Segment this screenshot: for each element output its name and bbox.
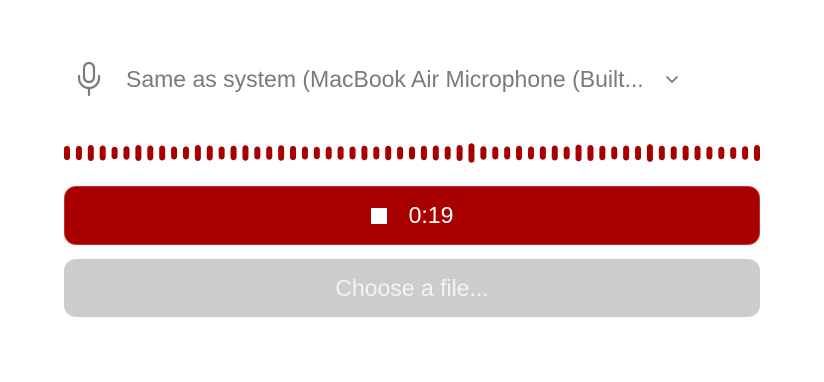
microphone-select-label: Same as system (MacBook Air Microphone (… bbox=[126, 65, 644, 92]
waveform-bar bbox=[420, 145, 427, 161]
waveform-bar bbox=[551, 145, 558, 161]
waveform-bar bbox=[123, 146, 130, 160]
waveform-bar bbox=[206, 145, 213, 161]
waveform-bar bbox=[742, 146, 749, 160]
waveform-bar bbox=[730, 147, 737, 159]
waveform-bar bbox=[159, 145, 166, 161]
choose-file-label: Choose a file... bbox=[335, 274, 489, 301]
recording-timer: 0:19 bbox=[408, 202, 454, 228]
waveform-bar bbox=[254, 146, 261, 160]
stop-icon bbox=[370, 207, 387, 224]
waveform-bar bbox=[539, 146, 546, 160]
waveform-bar bbox=[349, 146, 356, 160]
waveform-bar bbox=[230, 145, 237, 161]
waveform-bar bbox=[313, 146, 320, 160]
waveform-bar bbox=[135, 144, 142, 162]
waveform-bar bbox=[587, 144, 594, 162]
waveform-bar bbox=[444, 146, 451, 160]
waveform-bar bbox=[397, 146, 404, 160]
waveform-bar bbox=[266, 146, 273, 160]
chevron-down-icon bbox=[664, 71, 680, 87]
waveform-bar bbox=[64, 145, 70, 161]
waveform-bar bbox=[480, 146, 487, 160]
waveform-bar bbox=[694, 145, 701, 161]
waveform-bar bbox=[278, 145, 285, 161]
waveform-bar bbox=[599, 145, 606, 161]
waveform-bar bbox=[563, 146, 570, 160]
waveform-bar bbox=[516, 145, 523, 161]
waveform-bar bbox=[670, 146, 677, 160]
waveform-bar bbox=[456, 144, 463, 162]
waveform-bar bbox=[171, 146, 178, 160]
waveform-bar bbox=[361, 145, 368, 161]
microphone-select[interactable]: Same as system (MacBook Air Microphone (… bbox=[74, 58, 754, 100]
waveform-bar bbox=[718, 146, 725, 160]
waveform-bar bbox=[373, 146, 380, 160]
waveform-bar bbox=[754, 144, 760, 162]
waveform-bar bbox=[635, 145, 642, 161]
waveform-bar bbox=[385, 145, 392, 161]
waveform-bar bbox=[575, 144, 582, 162]
waveform-bar bbox=[468, 143, 475, 163]
waveform-bar bbox=[432, 145, 439, 161]
waveform-bar bbox=[242, 145, 249, 161]
waveform-bar bbox=[194, 144, 201, 162]
recorder-panel: Same as system (MacBook Air Microphone (… bbox=[64, 0, 760, 382]
waveform-bar bbox=[301, 146, 308, 160]
audio-level-waveform bbox=[64, 143, 760, 163]
waveform-bar bbox=[611, 146, 618, 160]
waveform-bar bbox=[623, 145, 630, 161]
waveform-bar bbox=[218, 146, 225, 160]
stop-recording-button[interactable]: 0:19 bbox=[64, 186, 760, 245]
choose-file-button[interactable]: Choose a file... bbox=[64, 259, 760, 317]
waveform-bar bbox=[290, 145, 297, 161]
waveform-bar bbox=[492, 146, 499, 160]
waveform-bar bbox=[182, 146, 189, 160]
waveform-bar bbox=[147, 145, 154, 161]
waveform-bar bbox=[87, 144, 94, 162]
waveform-bar bbox=[706, 146, 713, 160]
waveform-bar bbox=[646, 144, 653, 162]
waveform-bar bbox=[409, 146, 415, 160]
waveform-bar bbox=[337, 146, 344, 160]
waveform-bar bbox=[75, 145, 82, 161]
waveform-bar bbox=[99, 145, 106, 161]
waveform-bar bbox=[682, 145, 689, 161]
waveform-bar bbox=[111, 146, 118, 160]
waveform-bar bbox=[325, 146, 332, 160]
waveform-bar bbox=[527, 146, 534, 160]
waveform-bar bbox=[658, 145, 665, 161]
microphone-icon bbox=[74, 61, 104, 97]
waveform-bar bbox=[504, 146, 511, 160]
